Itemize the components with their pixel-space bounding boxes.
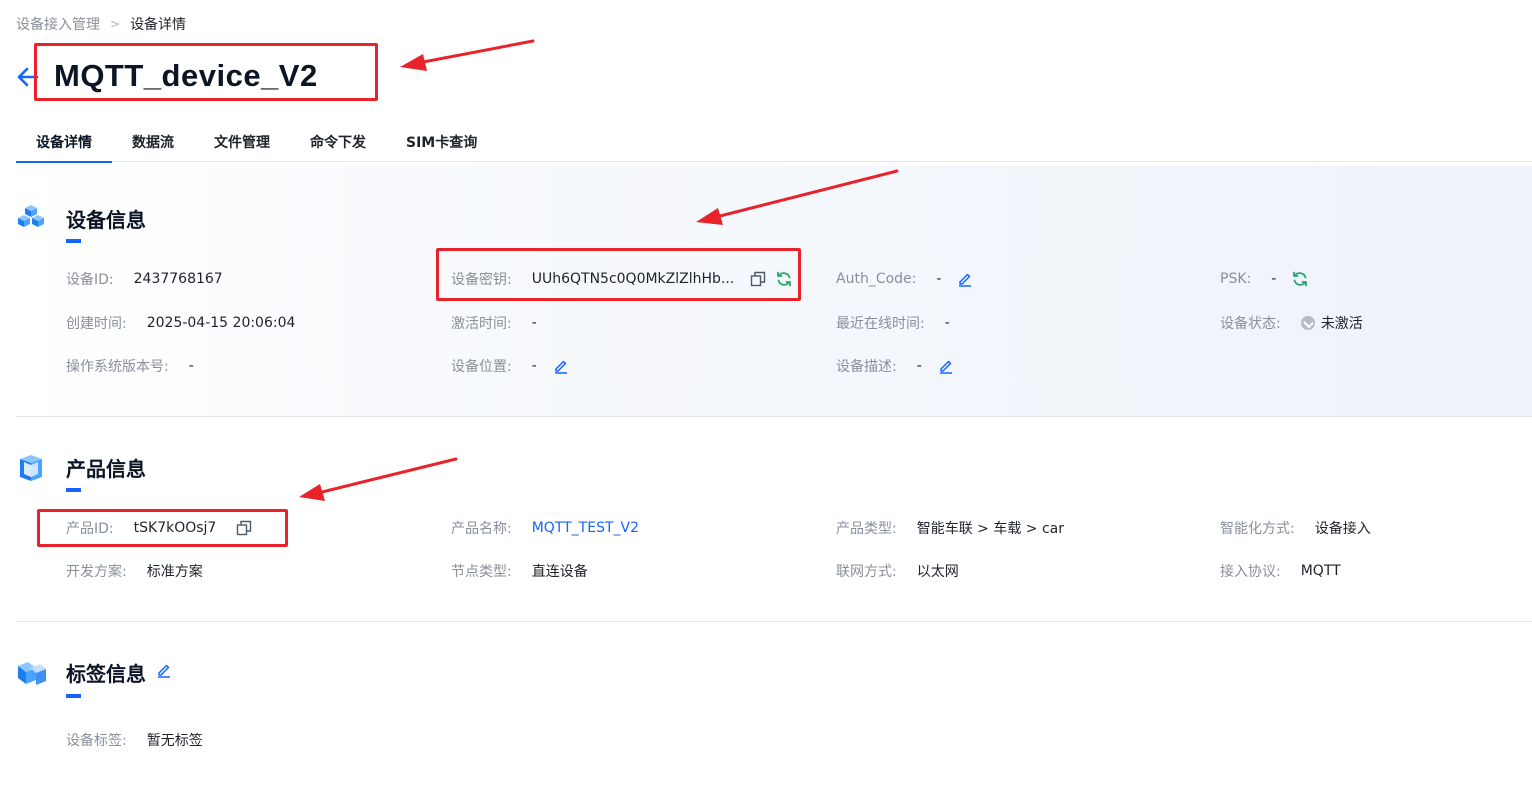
created-time-value: 2025-04-15 20:06:04 [146, 315, 296, 331]
breadcrumb-separator: > [110, 17, 121, 31]
network-field: 联网方式: 以太网 [836, 561, 959, 581]
smart-mode-value: 设备接入 [1314, 521, 1371, 537]
auth-code-field: Auth_Code: - [836, 269, 973, 289]
box-icon [16, 453, 46, 483]
product-info-section: 产品信息 产品ID: tSK7kOOsj7 产品名称: MQTT_TEST_V2… [16, 418, 1532, 622]
created-time-field: 创建时间: 2025-04-15 20:06:04 [66, 313, 295, 333]
device-status-value: 未激活 [1320, 316, 1363, 332]
device-id-field: 设备ID: 2437768167 [66, 269, 223, 289]
os-version-value: - [188, 358, 194, 374]
smart-mode-field: 智能化方式: 设备接入 [1220, 518, 1371, 538]
description-value: - [916, 358, 922, 374]
dev-plan-label: 开发方案: [66, 564, 127, 580]
tab-data-stream[interactable]: 数据流 [112, 122, 194, 162]
tag-info-section: 标签信息 设备标签: 暂无标签 [16, 623, 1532, 796]
product-id-field: 产品ID: tSK7kOOsj7 [66, 518, 252, 538]
device-tags-field: 设备标签: 暂无标签 [66, 730, 203, 750]
location-label: 设备位置: [451, 359, 512, 375]
device-status-label: 设备状态: [1220, 316, 1281, 332]
breadcrumb-device-details: 设备详情 [130, 17, 187, 33]
psk-field: PSK: - [1220, 269, 1308, 289]
edit-icon[interactable] [938, 358, 954, 374]
device-tags-value: 暂无标签 [146, 733, 203, 749]
tab-file-management[interactable]: 文件管理 [194, 122, 290, 162]
node-type-value: 直连设备 [531, 564, 588, 580]
tag-info-title: 标签信息 [66, 662, 146, 686]
back-arrow-icon[interactable] [15, 64, 41, 90]
product-name-field: 产品名称: MQTT_TEST_V2 [451, 518, 639, 538]
created-time-label: 创建时间: [66, 316, 127, 332]
device-secret-field: 设备密钥: UUh6QTN5c0Q0MkZlZlhHb... [451, 269, 792, 289]
device-info-section: 设备信息 设备ID: 2437768167 设备密钥: UUh6QTN5c0Q0… [16, 166, 1532, 417]
psk-value: - [1271, 271, 1277, 287]
os-version-label: 操作系统版本号: [66, 359, 169, 375]
breadcrumb: 设备接入管理 > 设备详情 [16, 14, 186, 34]
copy-icon[interactable] [750, 271, 766, 287]
location-field: 设备位置: - [451, 356, 569, 376]
tags-icon [16, 658, 46, 688]
tab-command-dispatch[interactable]: 命令下发 [290, 122, 386, 162]
product-name-link[interactable]: MQTT_TEST_V2 [532, 520, 639, 536]
description-field: 设备描述: - [836, 356, 954, 376]
protocol-field: 接入协议: MQTT [1220, 561, 1341, 581]
product-info-title: 产品信息 [66, 457, 146, 481]
auth-code-label: Auth_Code: [836, 271, 917, 287]
activated-time-value: - [531, 315, 537, 331]
tab-sim-query[interactable]: SIM卡查询 [386, 122, 497, 162]
last-online-value: - [944, 315, 950, 331]
device-secret-label: 设备密钥: [451, 272, 512, 288]
dev-plan-value: 标准方案 [146, 564, 203, 580]
product-type-field: 产品类型: 智能车联 > 车载 > car [836, 518, 1064, 538]
description-label: 设备描述: [836, 359, 897, 375]
protocol-value: MQTT [1300, 563, 1341, 579]
device-id-value: 2437768167 [133, 271, 223, 287]
psk-label: PSK: [1220, 271, 1252, 287]
activated-time-label: 激活时间: [451, 316, 512, 332]
annotation-arrow-title [400, 39, 535, 71]
page-title: MQTT_device_V2 [54, 58, 318, 93]
breadcrumb-device-access[interactable]: 设备接入管理 [16, 14, 100, 34]
product-id-label: 产品ID: [66, 521, 114, 537]
last-online-field: 最近在线时间: - [836, 313, 950, 333]
title-underline [66, 239, 81, 243]
product-id-value: tSK7kOOsj7 [133, 520, 217, 536]
tab-device-details[interactable]: 设备详情 [16, 122, 112, 163]
smart-mode-label: 智能化方式: [1220, 521, 1295, 537]
refresh-icon[interactable] [1292, 271, 1308, 287]
device-status-field: 设备状态: 未激活 [1220, 313, 1363, 333]
device-secret-value: UUh6QTN5c0Q0MkZlZlhHb... [531, 271, 735, 287]
title-underline [66, 694, 81, 698]
protocol-label: 接入协议: [1220, 564, 1281, 580]
dev-plan-field: 开发方案: 标准方案 [66, 561, 203, 581]
os-version-field: 操作系统版本号: - [66, 356, 194, 376]
product-name-label: 产品名称: [451, 521, 512, 537]
activated-time-field: 激活时间: - [451, 313, 537, 333]
copy-icon[interactable] [236, 520, 252, 536]
device-info-title: 设备信息 [66, 208, 146, 232]
device-id-label: 设备ID: [66, 272, 114, 288]
network-value: 以太网 [916, 564, 959, 580]
edit-icon[interactable] [553, 358, 569, 374]
edit-icon[interactable] [156, 662, 172, 678]
title-underline [66, 488, 81, 492]
device-tags-label: 设备标签: [66, 733, 127, 749]
tab-bar: 设备详情 数据流 文件管理 命令下发 SIM卡查询 [16, 122, 1532, 163]
edit-icon[interactable] [957, 271, 973, 287]
status-inactive-icon [1300, 316, 1315, 330]
refresh-icon[interactable] [776, 271, 792, 287]
node-type-label: 节点类型: [451, 564, 512, 580]
network-label: 联网方式: [836, 564, 897, 580]
cubes-icon [16, 202, 46, 232]
product-type-value: 智能车联 > 车载 > car [916, 521, 1065, 537]
location-value: - [531, 358, 537, 374]
auth-code-value: - [936, 271, 942, 287]
last-online-label: 最近在线时间: [836, 316, 925, 332]
product-type-label: 产品类型: [836, 521, 897, 537]
node-type-field: 节点类型: 直连设备 [451, 561, 588, 581]
